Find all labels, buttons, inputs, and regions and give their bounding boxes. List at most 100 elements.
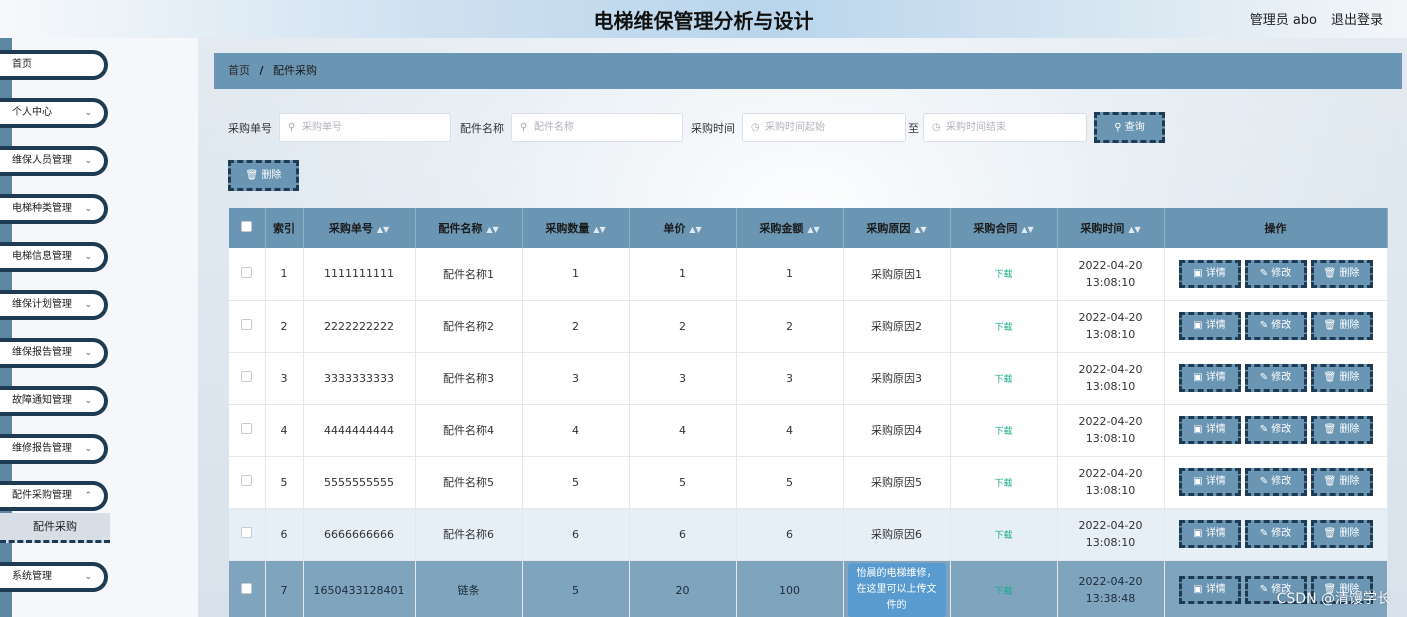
detail-button[interactable]: ▣ 详情	[1178, 576, 1241, 604]
detail-button[interactable]: ▣ 详情	[1178, 364, 1241, 392]
col-contract[interactable]: 采购合同 ▲▼	[950, 208, 1058, 248]
download-link[interactable]: 下载	[994, 479, 1012, 489]
sidebar-item-parts-purchase[interactable]: 配件采购管理 ⌃	[0, 481, 108, 511]
row-checkbox[interactable]	[241, 371, 253, 382]
edit-button[interactable]: ✎ 修改	[1244, 312, 1307, 340]
time-start-input[interactable]: ◷ 采购时间起始	[742, 113, 906, 142]
table-row[interactable]: 4 4444444444 配件名称4 4 4 4 采购原因4 下载 2022-04-20 13:…	[229, 404, 1388, 457]
sort-icon[interactable]: ▲▼	[1128, 225, 1140, 234]
row-checkbox[interactable]	[241, 266, 253, 278]
sidebar-item-home[interactable]: 首页	[0, 50, 108, 80]
col-qty[interactable]: 采购数量 ▲▼	[522, 208, 630, 248]
sidebar-item-fault-notice[interactable]: 故障通知管理 ⌄	[0, 386, 108, 416]
delete-label: 删除	[1339, 372, 1360, 383]
table-row[interactable]: 3 3333333333 配件名称3 3 3 3 采购原因3 下载 2022-04-20 13:…	[229, 352, 1388, 405]
search-icon: ⚲	[288, 122, 296, 133]
sidebar-item-maintenance-report[interactable]: 维保报告管理 ⌄	[0, 338, 108, 368]
row-checkbox[interactable]	[241, 527, 253, 538]
part-search-input[interactable]: ⚲ 配件名称	[511, 113, 683, 142]
row-checkbox[interactable]	[241, 583, 253, 594]
breadcrumb-home[interactable]: 首页	[228, 64, 250, 77]
download-link[interactable]: 下载	[994, 427, 1012, 437]
breadcrumb: 首页 / 配件采购	[214, 53, 1402, 89]
sidebar-item-elevator-types[interactable]: 电梯种类管理 ⌄	[0, 194, 108, 224]
delete-button[interactable]: 🗑 删除	[1310, 468, 1373, 496]
sort-icon[interactable]: ▲▼	[377, 225, 389, 234]
table-row[interactable]: 7 1650433128401 链条 5 20 100 怡晨的电梯维修，在这里可以上传文件的…	[229, 560, 1388, 617]
row-checkbox[interactable]	[241, 319, 253, 330]
time-end-input[interactable]: ◷ 采购时间结束	[923, 113, 1087, 142]
order-search-input[interactable]: ⚲ 采购单号	[279, 113, 451, 142]
pencil-icon: ✎	[1259, 584, 1269, 595]
table-row[interactable]: 1 1111111111 配件名称1 1 1 1 采购原因1 下载 2022-04-20 13:…	[229, 248, 1388, 301]
sidebar-item-label: 维保人员管理	[12, 155, 72, 166]
detail-button[interactable]: ▣ 详情	[1178, 468, 1241, 496]
cell-price: 4	[629, 404, 737, 457]
table-row[interactable]: 2 2222222222 配件名称2 2 2 2 采购原因2 下载 2022-04-20 13:…	[229, 300, 1388, 353]
download-link[interactable]: 下载	[994, 323, 1012, 333]
cell-time: 2022-04-20 13:08:10	[1057, 508, 1165, 561]
download-link[interactable]: 下载	[994, 531, 1012, 541]
cell-reason: 采购原因4	[843, 404, 951, 457]
edit-button[interactable]: ✎ 修改	[1244, 416, 1307, 444]
cell-time: 2022-04-20 13:08:10	[1057, 352, 1165, 405]
cell-select[interactable]	[229, 300, 266, 353]
sidebar-item-personal-center[interactable]: 个人中心 ⌄	[0, 98, 108, 128]
col-part[interactable]: 配件名称 ▲▼	[415, 208, 523, 248]
sidebar-item-maintenance-staff[interactable]: 维保人员管理 ⌄	[0, 146, 108, 176]
batch-delete-button[interactable]: 🗑 删除	[228, 160, 299, 191]
detail-button[interactable]: ▣ 详情	[1178, 259, 1241, 288]
chevron-down-icon: ⌄	[84, 156, 92, 166]
sidebar-item-repair-report[interactable]: 维修报告管理 ⌄	[0, 434, 108, 464]
delete-button[interactable]: 🗑 删除	[1310, 259, 1373, 288]
detail-label: 详情	[1205, 320, 1226, 331]
query-button[interactable]: ⚲ 查询	[1094, 112, 1165, 143]
delete-button[interactable]: 🗑 删除	[1310, 416, 1373, 444]
logout-link[interactable]: 退出登录	[1331, 9, 1383, 28]
row-checkbox[interactable]	[241, 423, 253, 434]
detail-button[interactable]: ▣ 详情	[1178, 416, 1241, 444]
row-checkbox[interactable]	[241, 475, 253, 486]
sidebar-item-maintenance-plan[interactable]: 维保计划管理 ⌄	[0, 290, 108, 320]
sidebar-item-label: 电梯信息管理	[12, 251, 72, 262]
sidebar-item-system[interactable]: 系统管理 ⌄	[0, 562, 108, 592]
table-row[interactable]: 5 5555555555 配件名称5 5 5 5 采购原因5 下载 2022-04-20 13:…	[229, 456, 1388, 509]
col-order[interactable]: 采购单号 ▲▼	[303, 208, 416, 248]
download-link[interactable]: 下载	[994, 587, 1012, 597]
edit-button[interactable]: ✎ 修改	[1244, 364, 1307, 392]
delete-button[interactable]: 🗑 删除	[1310, 364, 1373, 392]
delete-button[interactable]: 🗑 删除	[1310, 520, 1373, 548]
edit-button[interactable]: ✎ 修改	[1244, 468, 1307, 496]
sort-icon[interactable]: ▲▼	[486, 225, 498, 234]
download-link[interactable]: 下载	[994, 375, 1012, 385]
sort-icon[interactable]: ▲▼	[807, 225, 819, 234]
col-reason[interactable]: 采购原因 ▲▼	[843, 208, 951, 248]
sort-icon[interactable]: ▲▼	[593, 225, 605, 234]
col-amount[interactable]: 采购金额 ▲▼	[736, 208, 844, 248]
select-all-checkbox[interactable]	[241, 221, 253, 232]
download-link[interactable]: 下载	[994, 270, 1012, 280]
sort-icon[interactable]: ▲▼	[689, 225, 701, 234]
select-all-cell[interactable]	[229, 208, 266, 248]
edit-button[interactable]: ✎ 修改	[1244, 520, 1307, 548]
sort-icon[interactable]: ▲▼	[1021, 225, 1033, 234]
table-row[interactable]: 6 6666666666 配件名称6 6 6 6 采购原因6 下载 2022-04-20 13:…	[229, 508, 1388, 561]
detail-button[interactable]: ▣ 详情	[1178, 312, 1241, 340]
col-price[interactable]: 单价 ▲▼	[629, 208, 737, 248]
detail-button[interactable]: ▣ 详情	[1178, 520, 1241, 548]
col-time[interactable]: 采购时间 ▲▼	[1057, 208, 1165, 248]
cell-select[interactable]	[229, 456, 266, 509]
cell-select[interactable]	[229, 404, 266, 457]
sidebar-subitem-parts-purchase[interactable]: 配件采购	[0, 513, 110, 543]
sidebar-item-elevator-info[interactable]: 电梯信息管理 ⌄	[0, 242, 108, 272]
cell-select[interactable]	[229, 508, 266, 561]
table-header-row: 索引 采购单号 ▲▼ 配件名称 ▲▼ 采购数量 ▲▼ 单价 ▲▼ 采购金额 ▲▼ 采购原因…	[229, 208, 1388, 248]
sort-icon[interactable]: ▲▼	[914, 225, 926, 234]
cell-part: 链条	[415, 560, 523, 617]
cell-select[interactable]	[229, 560, 266, 617]
cell-select[interactable]	[229, 352, 266, 405]
edit-button[interactable]: ✎ 修改	[1244, 259, 1307, 288]
delete-button[interactable]: 🗑 删除	[1310, 312, 1373, 340]
cell-select[interactable]	[229, 248, 266, 301]
cell-amount: 4	[736, 404, 844, 457]
